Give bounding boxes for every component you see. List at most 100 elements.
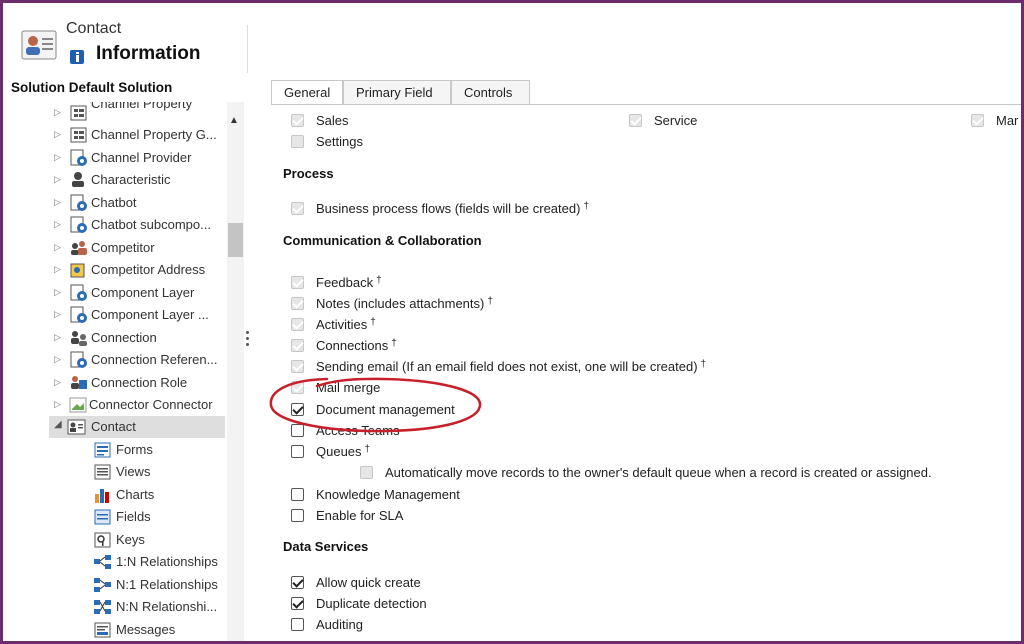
sub-item-fields[interactable]: Fields bbox=[3, 506, 225, 528]
tree-item-channel-property-group[interactable]: ▷ Channel Property G... bbox=[3, 124, 225, 146]
expand-icon[interactable]: ▷ bbox=[54, 399, 61, 410]
queues-label: Queues bbox=[316, 444, 362, 459]
expand-icon[interactable]: ▷ bbox=[54, 129, 61, 140]
connections-label: Connections bbox=[316, 338, 389, 353]
sub-item-1n-relationships[interactable]: 1:N Relationships bbox=[3, 551, 225, 573]
tab-divider bbox=[271, 104, 1021, 105]
expand-icon[interactable]: ▷ bbox=[54, 332, 61, 343]
tree-item-competitor-address[interactable]: ▷ Competitor Address bbox=[3, 259, 225, 281]
access-teams-checkbox[interactable] bbox=[291, 424, 304, 437]
contact-card-icon bbox=[67, 419, 86, 435]
entity-gear-icon bbox=[70, 306, 87, 323]
sub-item-charts[interactable]: Charts bbox=[3, 484, 225, 506]
feedback-label: Feedback bbox=[316, 275, 374, 290]
bpf-checkbox[interactable] bbox=[291, 202, 304, 215]
keys-icon bbox=[94, 532, 111, 548]
tree-item-label: Competitor Address bbox=[91, 262, 206, 277]
tree-item-label: Contact bbox=[91, 419, 136, 434]
section-data-services: Data Services bbox=[283, 539, 369, 554]
sub-item-label: Keys bbox=[116, 532, 145, 547]
mail-merge-label: Mail merge bbox=[316, 380, 381, 395]
sub-item-forms[interactable]: Forms bbox=[3, 439, 225, 461]
expand-icon[interactable]: ▷ bbox=[54, 377, 61, 388]
duplicate-detection-label: Duplicate detection bbox=[316, 596, 427, 611]
forms-icon bbox=[94, 442, 111, 458]
marketing-checkbox[interactable] bbox=[971, 114, 984, 127]
sla-checkbox[interactable] bbox=[291, 509, 304, 522]
expand-icon[interactable]: ▷ bbox=[54, 107, 61, 118]
tree-item-label: Chatbot subcompo... bbox=[91, 217, 211, 232]
tree-item-characteristic[interactable]: ▷ Characteristic bbox=[3, 169, 225, 191]
expand-icon[interactable]: ▷ bbox=[54, 242, 61, 253]
tree-item-channel-property[interactable]: ▷ Channel Property bbox=[3, 102, 225, 124]
tree-item-connection-reference[interactable]: ▷ Connection Referen... bbox=[3, 349, 225, 371]
tree-item-connector[interactable]: ▷ Connector Connector bbox=[3, 394, 225, 416]
tree-item-chatbot-subcomponent[interactable]: ▷ Chatbot subcompo... bbox=[3, 214, 225, 236]
sales-checkbox[interactable] bbox=[291, 114, 304, 127]
expand-icon[interactable]: ▷ bbox=[54, 354, 61, 365]
tree-item-component-layer[interactable]: ▷ Component Layer bbox=[3, 282, 225, 304]
quick-create-label: Allow quick create bbox=[316, 575, 421, 590]
tree-item-label: Connection bbox=[91, 330, 157, 345]
mail-merge-checkbox[interactable] bbox=[291, 381, 304, 394]
window-frame: Contact Information Solution Default Sol… bbox=[0, 0, 1024, 644]
tree-item-channel-provider[interactable]: ▷ Channel Provider bbox=[3, 147, 225, 169]
expand-icon[interactable]: ▷ bbox=[54, 197, 61, 208]
sub-item-n1-relationships[interactable]: N:1 Relationships bbox=[3, 574, 225, 596]
tree-item-label: Connection Role bbox=[91, 375, 188, 390]
entity-gear-icon bbox=[70, 351, 87, 368]
header-divider bbox=[247, 25, 248, 73]
tree-item-label: Competitor bbox=[91, 240, 155, 255]
tree-item-connection-role[interactable]: ▷ Connection Role bbox=[3, 372, 225, 394]
service-checkbox[interactable] bbox=[629, 114, 642, 127]
expand-icon[interactable]: ▷ bbox=[54, 264, 61, 275]
tab-controls[interactable]: Controls bbox=[451, 80, 530, 105]
settings-label: Settings bbox=[316, 134, 363, 149]
document-management-checkbox[interactable] bbox=[291, 403, 304, 416]
notes-checkbox[interactable] bbox=[291, 297, 304, 310]
feedback-checkbox[interactable] bbox=[291, 276, 304, 289]
activities-checkbox[interactable] bbox=[291, 318, 304, 331]
tree-item-connection[interactable]: ▷ Connection bbox=[3, 327, 225, 349]
tree-item-label: Channel Provider bbox=[91, 150, 192, 165]
scrollbar-thumb[interactable] bbox=[228, 223, 243, 257]
tab-general[interactable]: General bbox=[271, 80, 343, 105]
sub-item-messages[interactable]: Messages bbox=[3, 619, 225, 641]
expand-icon[interactable]: ▷ bbox=[54, 219, 61, 230]
knowledge-checkbox[interactable] bbox=[291, 488, 304, 501]
tree-item-contact[interactable]: ◢ Contact bbox=[49, 416, 225, 438]
expand-icon[interactable]: ▷ bbox=[54, 287, 61, 298]
panel-splitter[interactable] bbox=[246, 328, 250, 356]
connections-checkbox[interactable] bbox=[291, 339, 304, 352]
notes-label: Notes (includes attachments) bbox=[316, 296, 485, 311]
scroll-up-icon[interactable]: ▲ bbox=[229, 115, 239, 126]
section-process: Process bbox=[283, 166, 334, 181]
entity-gear-icon bbox=[70, 149, 87, 166]
auditing-checkbox[interactable] bbox=[291, 618, 304, 631]
tree-scrollbar[interactable] bbox=[227, 102, 244, 641]
sub-item-label: N:N Relationshi... bbox=[116, 599, 218, 614]
tab-primary-field[interactable]: Primary Field bbox=[343, 80, 451, 105]
settings-checkbox[interactable] bbox=[291, 135, 304, 148]
section-communication: Communication & Collaboration bbox=[283, 233, 482, 248]
expand-icon[interactable]: ▷ bbox=[54, 152, 61, 163]
queues-checkbox[interactable] bbox=[291, 445, 304, 458]
sub-item-nn-relationships[interactable]: N:N Relationshi... bbox=[3, 596, 225, 618]
tree-item-chatbot[interactable]: ▷ Chatbot bbox=[3, 192, 225, 214]
person-icon bbox=[72, 172, 84, 187]
service-label: Service bbox=[654, 113, 698, 128]
sub-item-views[interactable]: Views bbox=[3, 461, 225, 483]
auto-move-checkbox[interactable] bbox=[360, 466, 373, 479]
charts-icon bbox=[95, 489, 109, 503]
expand-icon[interactable]: ▷ bbox=[54, 174, 61, 185]
activities-label: Activities bbox=[316, 317, 368, 332]
tree-item-competitor[interactable]: ▷ Competitor bbox=[3, 237, 225, 259]
tree-item-component-layer-2[interactable]: ▷ Component Layer ... bbox=[3, 304, 225, 326]
sending-email-checkbox[interactable] bbox=[291, 360, 304, 373]
collapse-icon[interactable]: ◢ bbox=[54, 419, 62, 430]
expand-icon[interactable]: ▷ bbox=[54, 309, 61, 320]
quick-create-checkbox[interactable] bbox=[291, 576, 304, 589]
sub-item-keys[interactable]: Keys bbox=[3, 529, 225, 551]
connection-role-icon bbox=[71, 376, 87, 389]
duplicate-detection-checkbox[interactable] bbox=[291, 597, 304, 610]
